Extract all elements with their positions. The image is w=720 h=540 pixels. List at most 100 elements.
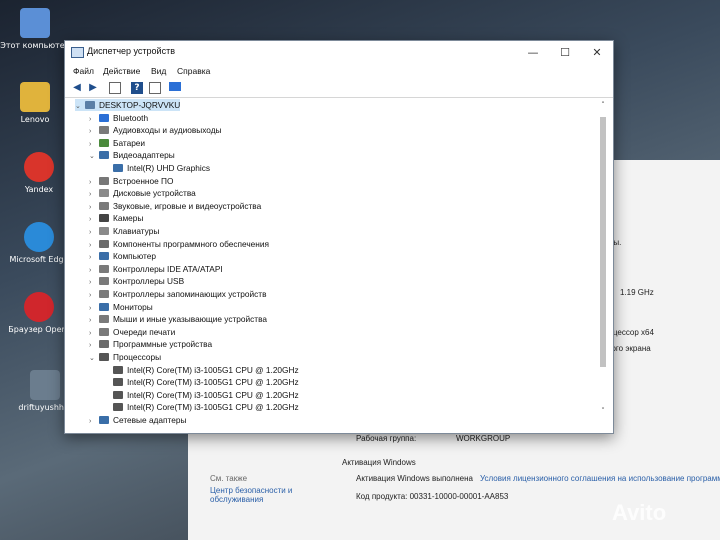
opera-icon [24, 292, 54, 322]
device-icon [99, 277, 109, 286]
scroll-thumb[interactable] [600, 117, 606, 367]
desktop-icon-label: Yandex [24, 185, 54, 194]
view-icon[interactable] [149, 82, 161, 94]
product-code: Код продукта: 00331-10000-00001-AA853 [356, 492, 509, 501]
tree-item[interactable]: › Сетевые адаптеры [89, 414, 186, 425]
title-bar[interactable]: Диспетчер устройств — ☐ ✕ [65, 41, 613, 65]
device-icon [99, 214, 109, 223]
chevron-down-icon[interactable]: ⌄ [89, 151, 99, 163]
tree-item[interactable]: › Компоненты программного обеспечения [89, 238, 269, 250]
tree-item-label: Аудиовходы и аудиовыходы [113, 125, 222, 136]
tree-item-label: Контроллеры IDE ATA/ATAPI [113, 263, 223, 274]
see-also-heading: См. также [210, 474, 248, 483]
tree-item-label: Компьютер [113, 251, 156, 262]
chevron-down-icon[interactable]: ⌄ [75, 101, 85, 113]
activation-header: Активация Windows [342, 458, 416, 467]
help-icon[interactable]: ? [131, 82, 143, 94]
desktop-icon-label: Браузер Opera [8, 325, 70, 334]
tree-item-label: Intel(R) Core(TM) i3-1005G1 CPU @ 1.20GH… [127, 364, 299, 375]
desktop-icon-lenovo[interactable]: Lenovo [0, 82, 70, 125]
tree-item[interactable]: › Контроллеры запоминающих устройств [89, 288, 266, 300]
edge-icon [24, 222, 54, 252]
desktop-icon-label: Этот компьютер [0, 41, 70, 50]
device-icon [113, 378, 123, 387]
tree-item-label: Звуковые, игровые и видеоустройства [113, 200, 262, 211]
tree-item[interactable]: › Аудиовходы и аудиовыходы [89, 124, 222, 136]
desktop-icon-label: Lenovo [20, 115, 50, 124]
tree-item[interactable]: › Камеры [89, 212, 143, 224]
close-button[interactable]: ✕ [581, 41, 613, 65]
device-icon [113, 164, 123, 172]
tree-item-label: Программные устройства [113, 339, 213, 350]
scroll-up-icon[interactable]: ˄ [598, 101, 608, 109]
menu-view[interactable]: Вид [151, 66, 166, 76]
tree-item[interactable]: › Звуковые, игровые и видеоустройства [89, 200, 261, 212]
tree-item[interactable]: Intel(R) UHD Graphics [103, 162, 210, 174]
tree-item[interactable]: › Батареи [89, 137, 145, 149]
device-icon [99, 189, 109, 198]
monitor-icon[interactable] [169, 82, 181, 91]
tree-item-label: Очереди печати [113, 326, 176, 337]
scroll-down-icon[interactable]: ˅ [598, 407, 608, 415]
tree-item-label: Компоненты программного обеспечения [113, 238, 269, 249]
tree-item[interactable]: › Клавиатуры [89, 225, 159, 237]
tree-item-label: Intel(R) Core(TM) i3-1005G1 CPU @ 1.20GH… [127, 389, 299, 400]
properties-icon[interactable] [109, 82, 121, 94]
desktop-icon-this-pc[interactable]: Этот компьютер [0, 8, 70, 51]
watermark-text: Avito [612, 500, 667, 525]
tree-item[interactable]: Intel(R) Core(TM) i3-1005G1 CPU @ 1.20GH… [103, 389, 299, 401]
license-terms-link[interactable]: Условия лицензионного соглашения на испо… [480, 474, 720, 483]
chevron-down-icon[interactable]: ⌄ [89, 353, 99, 365]
tree-item[interactable]: › Контроллеры IDE ATA/ATAPI [89, 263, 223, 275]
tree-item[interactable]: › Контроллеры USB [89, 275, 184, 287]
desktop-icon-label: Microsoft Edge [9, 255, 69, 264]
forward-icon[interactable]: ▶ [87, 82, 99, 94]
tree-item[interactable]: › Мониторы [89, 301, 153, 313]
tree-item-label: Bluetooth [113, 112, 149, 123]
tree-item[interactable]: › Мыши и иные указывающие устройства [89, 313, 267, 325]
device-manager-window: Диспетчер устройств — ☐ ✕ Файл Действие … [64, 40, 614, 434]
device-icon [99, 327, 109, 336]
minimize-button[interactable]: — [517, 41, 549, 65]
tree-item[interactable]: › Программные устройства [89, 338, 212, 350]
device-icon [99, 290, 109, 298]
tree-item[interactable]: ⌄ DESKTOP-JQRVVKU [75, 99, 181, 113]
device-icon [99, 138, 109, 147]
maximize-button[interactable]: ☐ [549, 41, 581, 65]
workgroup-label: Рабочая группа: [356, 434, 417, 443]
tree-item-label: DESKTOP-JQRVVKU [99, 100, 181, 110]
tree-item-label: Мыши и иные указывающие устройства [113, 314, 268, 325]
tree-item-label: Intel(R) Core(TM) i3-1005G1 CPU @ 1.20GH… [127, 377, 299, 388]
tree-item[interactable]: › Очереди печати [89, 326, 175, 338]
tree-item[interactable]: Intel(R) Core(TM) i3-1005G1 CPU @ 1.20GH… [103, 364, 299, 376]
device-icon [99, 315, 109, 324]
menu-bar: Файл Действие Вид Справка [65, 65, 613, 79]
device-icon [113, 403, 123, 412]
security-center-link[interactable]: Центр безопасности и обслуживания [210, 486, 310, 504]
game-shortcut-icon [30, 370, 60, 400]
device-icon [99, 252, 109, 261]
tree-item[interactable]: › Компьютер [89, 250, 156, 262]
tree-item[interactable]: › Bluetooth [89, 112, 148, 124]
device-icon [99, 239, 109, 248]
chevron-right-icon[interactable]: › [89, 416, 99, 425]
tree-item[interactable]: Intel(R) Core(TM) i3-1005G1 CPU @ 1.20GH… [103, 401, 299, 413]
device-icon [99, 201, 109, 210]
menu-file[interactable]: Файл [73, 66, 94, 76]
tree-item[interactable]: ⌄ Видеоадаптеры [89, 149, 175, 161]
activation-status: Активация Windows выполнена [356, 474, 473, 483]
menu-help[interactable]: Справка [177, 66, 210, 76]
tree-item-label: Видеоадаптеры [113, 150, 175, 161]
device-icon [99, 340, 109, 349]
tree-item[interactable]: ⌄ Процессоры [89, 351, 161, 363]
device-icon [99, 126, 109, 135]
tree-item[interactable]: Intel(R) Core(TM) i3-1005G1 CPU @ 1.20GH… [103, 376, 299, 388]
device-icon [99, 151, 109, 160]
device-icon [99, 264, 109, 273]
menu-action[interactable]: Действие [103, 66, 140, 76]
tree-item[interactable]: › Встроенное ПО [89, 175, 173, 187]
device-icon [99, 302, 109, 311]
vertical-scrollbar[interactable]: ˄ ˅ [598, 101, 608, 421]
tree-item[interactable]: › Дисковые устройства [89, 187, 196, 199]
back-icon[interactable]: ◀ [71, 82, 83, 94]
